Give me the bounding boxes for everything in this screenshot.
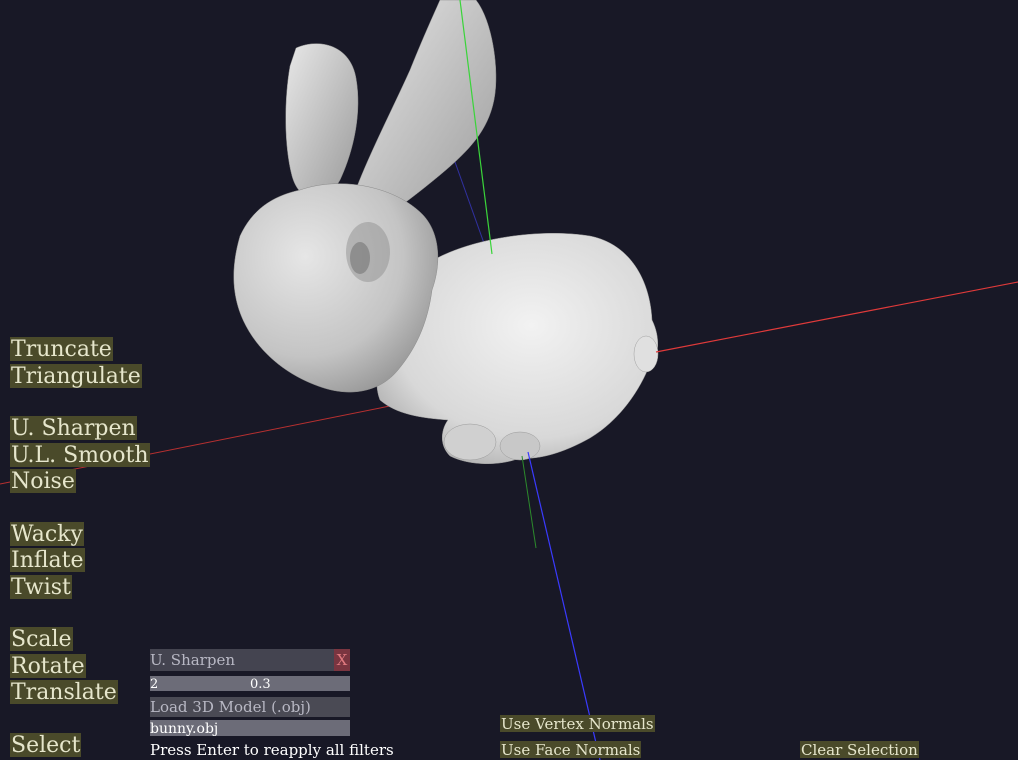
y-axis-line-lower — [521, 455, 537, 549]
close-button[interactable]: X — [334, 649, 350, 671]
scale-button[interactable]: Scale — [10, 627, 73, 652]
twist-button[interactable]: Twist — [10, 575, 72, 600]
select-button[interactable]: Select — [10, 733, 82, 758]
load-model-button[interactable]: Load 3D Model (.obj) — [150, 697, 350, 717]
reapply-hint: Press Enter to reapply all filters — [150, 741, 394, 759]
scene-canvas[interactable] — [0, 0, 1018, 760]
truncate-button[interactable]: Truncate — [10, 337, 113, 362]
param-b-value[interactable]: 0.3 — [250, 676, 271, 693]
noise-button[interactable]: Noise — [10, 469, 76, 494]
wacky-button[interactable]: Wacky — [10, 522, 84, 547]
param-a-value[interactable]: 2 — [150, 676, 158, 693]
triangulate-button[interactable]: Triangulate — [10, 364, 142, 389]
filter-panel-header: U. Sharpen X — [150, 649, 350, 671]
face-normals-button[interactable]: Use Face Normals — [500, 741, 642, 759]
inflate-button[interactable]: Inflate — [10, 548, 85, 573]
model-file-input[interactable]: bunny.obj — [150, 720, 350, 737]
x-axis-line — [655, 281, 1018, 353]
filter-panel-title: U. Sharpen — [150, 651, 235, 669]
z-axis-line — [527, 451, 601, 760]
3d-viewport[interactable] — [0, 0, 1018, 760]
sharpen-button[interactable]: U. Sharpen — [10, 416, 137, 441]
filter-params-field[interactable]: 2 0.3 — [150, 676, 350, 693]
rotate-button[interactable]: Rotate — [10, 654, 86, 679]
clear-selection-button[interactable]: Clear Selection — [800, 741, 919, 759]
vertex-normals-button[interactable]: Use Vertex Normals — [500, 715, 655, 733]
smooth-button[interactable]: U.L. Smooth — [10, 443, 150, 468]
translate-button[interactable]: Translate — [10, 680, 118, 705]
bunny-model[interactable] — [233, 0, 659, 465]
